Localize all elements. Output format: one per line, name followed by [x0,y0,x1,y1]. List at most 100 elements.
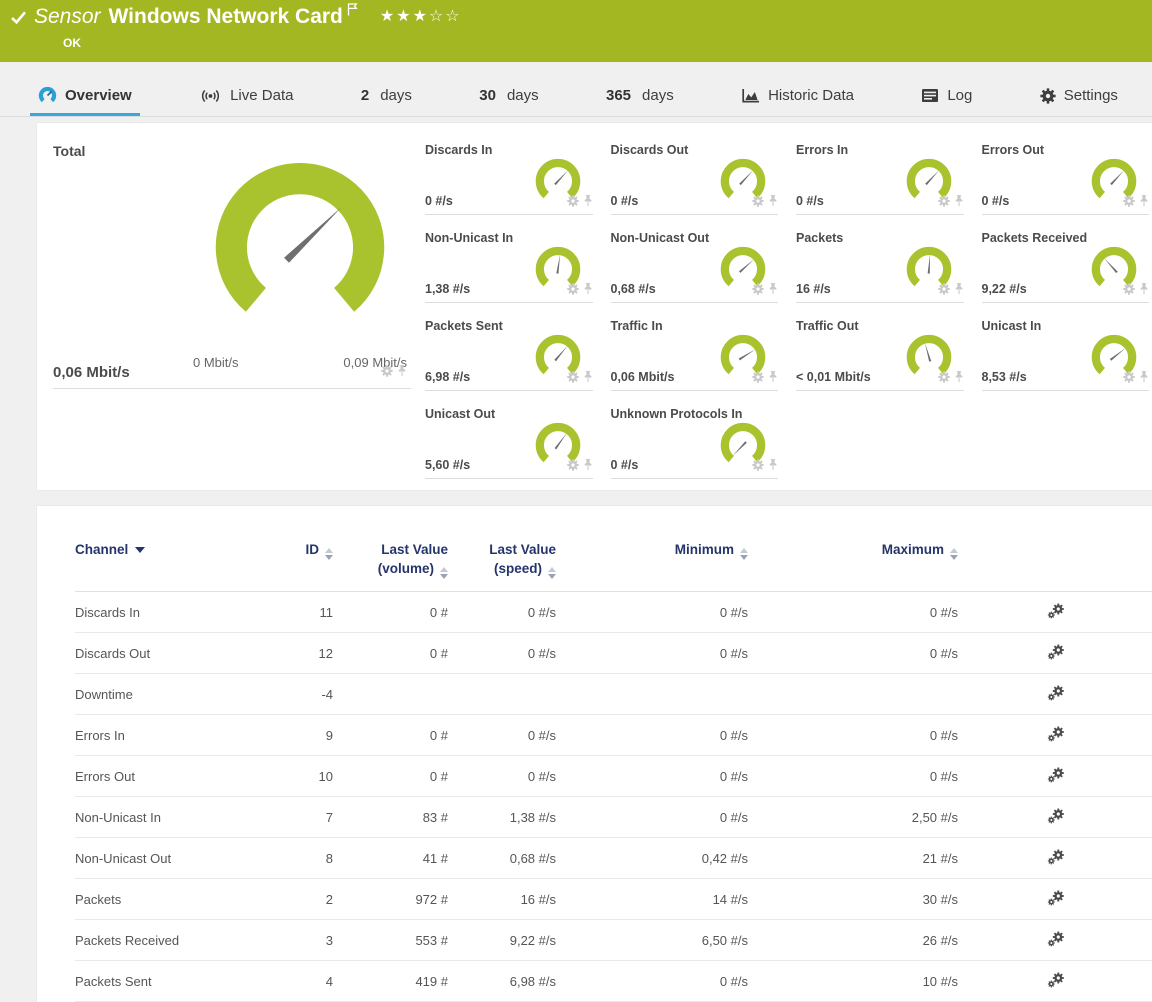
star-filled-icon[interactable]: ★ [413,8,429,25]
column-header-minimum[interactable]: Minimum [556,540,748,592]
table-row: Downtime -4 [75,674,1152,715]
channel-name[interactable]: Errors Out [75,756,265,797]
tab-log[interactable]: Log [913,87,980,116]
channel-table-panel: Channel IDLast Value(volume) Last Value (sp… [36,505,1152,1002]
column-header-last-value[interactable]: Last Value (speed) [448,540,556,592]
gear-icon[interactable] [381,364,393,382]
tab-settings[interactable]: Settings [1032,87,1126,116]
channel-name[interactable]: Errors In [75,715,265,756]
gear-icon[interactable] [567,282,579,300]
column-label: Last Value [489,542,556,557]
gear-icon[interactable] [1123,282,1135,300]
column-label: Minimum [675,542,734,557]
total-gauge [193,137,407,345]
priority-stars[interactable]: ★★★☆☆ [380,6,462,26]
star-empty-icon[interactable]: ☆ [445,8,461,25]
channel-settings-icon[interactable] [1047,644,1065,660]
gear-icon[interactable] [938,194,950,212]
column-sublabel: (volume) [378,561,434,576]
gear-icon[interactable] [938,282,950,300]
channel-name[interactable]: Packets [75,879,265,920]
channel-name[interactable]: Packets Sent [75,961,265,1002]
gear-icon[interactable] [1123,370,1135,388]
sort-arrows-icon[interactable] [548,567,556,579]
gear-icon[interactable] [567,194,579,212]
star-empty-icon[interactable]: ☆ [429,8,445,25]
sort-desc-icon[interactable] [135,547,145,553]
column-header-maximum[interactable]: Maximum [748,540,958,592]
channel-settings-icon[interactable] [1047,849,1065,865]
tab-2-days[interactable]: 2 days [353,87,420,116]
channel-settings-icon[interactable] [1047,931,1065,947]
column-header-last-value[interactable]: Last Value(volume) [333,540,448,592]
pin-icon[interactable] [397,364,407,382]
channel-settings-icon[interactable] [1047,603,1065,619]
last-value-volume: 972 # [333,879,448,920]
pin-icon[interactable] [768,370,778,388]
last-value-volume: 0 # [333,633,448,674]
gear-icon[interactable] [567,370,579,388]
gear-icon[interactable] [938,370,950,388]
star-filled-icon[interactable]: ★ [380,8,396,25]
channel-name[interactable]: Non-Unicast In [75,797,265,838]
gear-icon[interactable] [1123,194,1135,212]
pin-icon[interactable] [583,194,593,212]
gear-icon[interactable] [752,458,764,476]
column-header-channel[interactable]: Channel [75,540,265,592]
table-row: Packets Sent 4 419 # 6,98 #/s 0 #/s 10 #… [75,961,1152,1002]
table-row: Discards Out 12 0 # 0 #/s 0 #/s 0 #/s [75,633,1152,674]
priority-flag-icon[interactable] [347,3,358,21]
column-header-id[interactable]: ID [265,540,333,592]
gear-icon[interactable] [752,194,764,212]
sort-arrows-icon[interactable] [440,567,448,579]
gear-icon[interactable] [752,282,764,300]
gear-icon[interactable] [567,458,579,476]
tab-30-days[interactable]: 30 days [471,87,546,116]
column-sublabel: (speed) [494,561,542,576]
channel-settings-icon[interactable] [1047,890,1065,906]
channel-settings-icon[interactable] [1047,808,1065,824]
sort-arrows-icon[interactable] [740,548,748,560]
channel-settings-icon[interactable] [1047,726,1065,742]
channel-settings-icon[interactable] [1047,972,1065,988]
last-value-speed: 9,22 #/s [448,920,556,961]
pin-icon[interactable] [954,282,964,300]
channel-name[interactable]: Discards Out [75,633,265,674]
star-filled-icon[interactable]: ★ [396,8,412,25]
pin-icon[interactable] [583,370,593,388]
column-label: Channel [75,542,128,557]
tab-label-strong: 2 [361,87,369,104]
channel-settings-icon[interactable] [1047,685,1065,701]
pin-icon[interactable] [954,370,964,388]
pin-icon[interactable] [583,458,593,476]
tab-overview[interactable]: Overview [30,87,140,116]
tab-365-days[interactable]: 365 days [598,87,682,116]
channel-name[interactable]: Downtime [75,674,265,715]
pin-icon[interactable] [768,194,778,212]
gauge-value: 0,06 Mbit/s [611,370,675,384]
gauge-tile-errors-in: Errors In 0 #/s [796,143,964,215]
pin-icon[interactable] [1139,194,1149,212]
pin-icon[interactable] [768,282,778,300]
column-header-actions[interactable] [958,540,1152,592]
channel-name[interactable]: Discards In [75,592,265,633]
pin-icon[interactable] [583,282,593,300]
sort-arrows-icon[interactable] [325,548,333,560]
last-value-speed: 16 #/s [448,879,556,920]
channel-name[interactable]: Non-Unicast Out [75,838,265,879]
channel-name[interactable]: Packets Received [75,920,265,961]
pin-icon[interactable] [1139,282,1149,300]
gear-icon[interactable] [752,370,764,388]
channel-settings-icon[interactable] [1047,767,1065,783]
pin-icon[interactable] [768,458,778,476]
sort-arrows-icon[interactable] [950,548,958,560]
channel-id: 10 [265,756,333,797]
pin-icon[interactable] [954,194,964,212]
gauge-value: 8,53 #/s [982,370,1027,384]
tab-historic-data[interactable]: Historic Data [733,87,862,116]
pin-icon[interactable] [1139,370,1149,388]
gauge-tile-packets-sent: Packets Sent 6,98 #/s [425,319,593,391]
minimum-value: 0 #/s [556,961,748,1002]
tab-live-data[interactable]: Live Data [191,87,301,116]
tab-label: Historic Data [768,87,854,104]
